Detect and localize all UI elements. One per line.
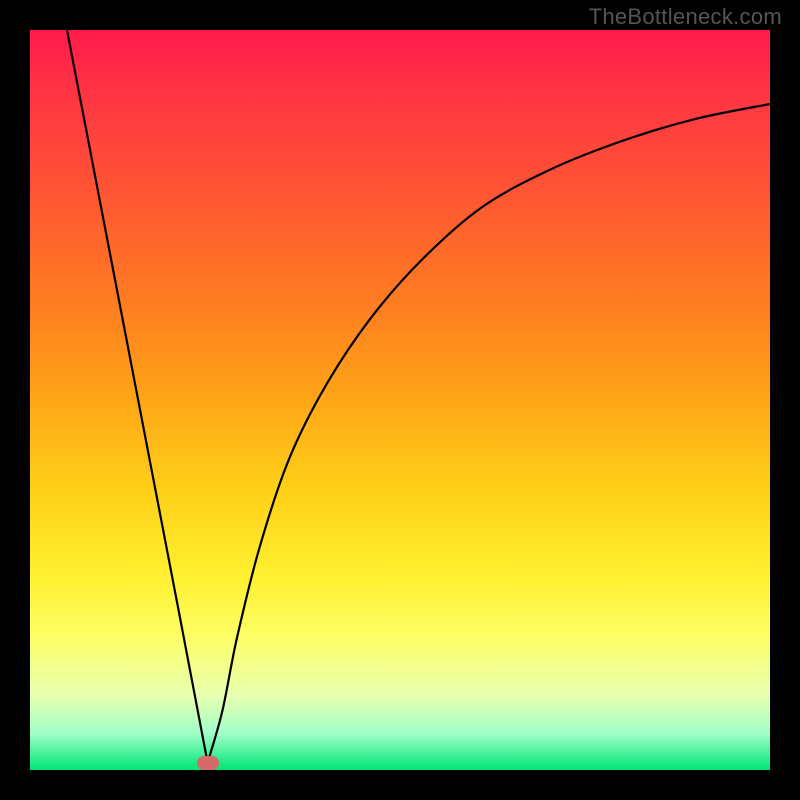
watermark-text: TheBottleneck.com	[589, 4, 782, 30]
bottleneck-curve	[30, 30, 770, 770]
optimum-marker	[197, 756, 219, 770]
plot-area	[30, 30, 770, 770]
curve-path	[67, 30, 770, 763]
chart-frame: TheBottleneck.com	[0, 0, 800, 800]
